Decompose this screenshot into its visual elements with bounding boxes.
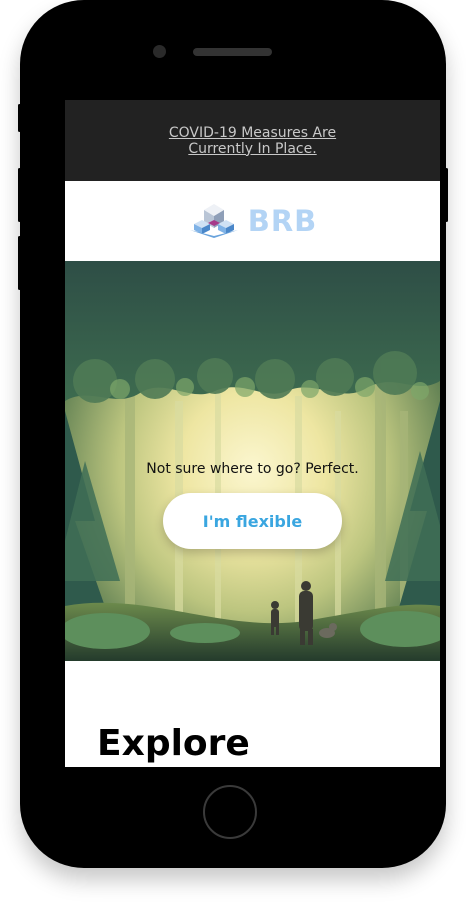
phone-screen: COVID-19 Measures Are Currently In Place… <box>65 100 440 767</box>
phone-frame: COVID-19 Measures Are Currently In Place… <box>20 0 446 868</box>
volume-up-button[interactable] <box>18 168 21 222</box>
earpiece-speaker <box>193 48 272 56</box>
logo-text: BRB <box>247 204 318 238</box>
power-button[interactable] <box>445 168 448 222</box>
explore-heading: Explore <box>97 723 250 764</box>
hero-banner: Not sure where to go? Perfect. I'm flexi… <box>65 261 440 661</box>
flexible-button[interactable]: I'm flexible <box>163 493 342 549</box>
site-header: BRB <box>65 181 440 261</box>
covid-notice-bar: COVID-19 Measures Are Currently In Place… <box>65 100 440 181</box>
covid-notice-link[interactable]: COVID-19 Measures Are Currently In Place… <box>153 125 353 157</box>
mute-switch[interactable] <box>18 104 21 132</box>
hero-prompt: Not sure where to go? Perfect. <box>146 461 359 477</box>
home-button[interactable] <box>203 785 257 839</box>
cube-stack-icon <box>189 204 238 238</box>
brand-logo[interactable]: BRB <box>188 202 318 240</box>
volume-down-button[interactable] <box>18 236 21 290</box>
front-camera <box>153 45 166 58</box>
